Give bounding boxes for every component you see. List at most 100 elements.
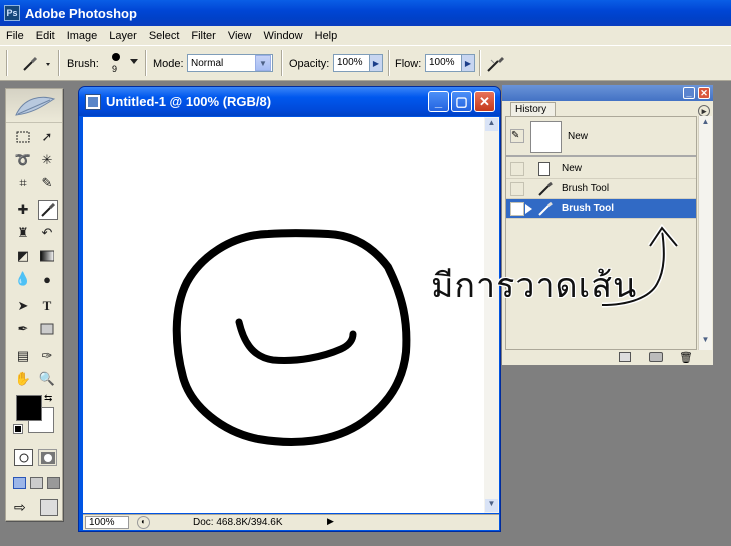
brush-dropdown-icon[interactable] [130,59,138,65]
brush-tip-icon[interactable] [112,53,120,61]
menu-select[interactable]: Select [143,30,186,42]
chevron-down-icon[interactable]: ▼ [255,55,271,71]
pen-tool-icon[interactable]: ✒ [13,319,33,339]
scroll-down-icon[interactable]: ▼ [699,335,712,348]
feather-logo-icon [15,96,56,116]
zoom-slider-icon[interactable]: ◐ [137,516,150,529]
flow-input[interactable]: 100% [425,54,462,72]
photoshop-logo-icon: Ps [4,5,20,21]
default-colors-icon[interactable] [13,424,23,434]
dodge-tool-icon[interactable]: ● [37,269,57,289]
full-screen-mode-icon[interactable] [47,477,60,489]
new-document-from-state-icon[interactable] [619,352,631,362]
menu-file[interactable]: File [0,30,30,42]
jump-to-imageready-icon[interactable]: ⇨ [14,499,26,516]
imageready-icon[interactable] [40,499,58,516]
history-tab[interactable]: History [510,102,556,117]
type-tool-icon[interactable]: T [37,296,57,316]
status-menu-arrow-icon[interactable]: ▶ [327,516,340,529]
clone-stamp-tool-icon[interactable]: ♜ [13,223,33,243]
opacity-input[interactable]: 100% [333,54,370,72]
history-snapshot[interactable]: ✎ New [506,117,696,157]
airbrush-icon[interactable] [485,54,507,74]
history-brush-tool-icon[interactable]: ↶ [37,223,57,243]
history-source-checkbox[interactable] [510,181,524,196]
snapshot-label: New [568,131,589,142]
options-separator [145,50,147,76]
brush-icon [538,202,553,216]
brush-preset-picker-icon[interactable] [20,54,54,74]
magic-wand-tool-icon[interactable]: ✳ [37,150,57,170]
mode-select[interactable]: Normal ▼ [187,54,273,72]
brush-tool-icon[interactable] [38,200,58,220]
palette-title-bar [502,85,713,101]
swap-colors-icon[interactable]: ⇆ [44,393,52,404]
history-scrollbar[interactable]: ▲ ▼ [698,116,712,350]
palette-close-button[interactable]: ✕ [698,87,710,99]
status-bar: 100% ◐ Doc: 468.8K/394.6K ▶ [83,514,499,530]
snapshot-thumbnail [530,121,562,153]
history-item[interactable]: Brush Tool [506,179,696,199]
history-source-checkbox[interactable] [510,161,524,176]
menu-filter[interactable]: Filter [185,30,221,42]
history-state-slider-icon[interactable] [525,204,532,214]
slice-tool-icon[interactable]: ✎ [37,173,57,193]
menu-edit[interactable]: Edit [30,30,61,42]
brush-icon [538,182,553,196]
blur-tool-icon[interactable]: 💧 [13,269,33,289]
options-separator [479,50,481,76]
maximize-button[interactable]: ▢ [451,91,472,112]
history-item-selected[interactable]: Brush Tool [506,199,696,219]
toolbox: ➚ ➰ ✳ ⌗ ✎ ✚ ♜ ↶ ◩ 💧 ● ➤ T ✒ ▤ ✑ ✋ 🔍 ⇆ ⇨ [5,88,63,521]
close-button[interactable]: ✕ [474,91,495,112]
foreground-color-swatch-top[interactable] [16,395,42,421]
standard-screen-mode-icon[interactable] [13,477,26,489]
flow-label: Flow: [395,58,422,70]
marquee-tool-icon[interactable] [13,127,33,147]
mode-label: Mode: [153,58,184,70]
snapshot-brush-icon[interactable]: ✎ [510,129,524,143]
zoom-tool-icon[interactable]: 🔍 [37,369,57,389]
notes-tool-icon[interactable]: ▤ [13,346,33,366]
scroll-up-icon[interactable]: ▲ [485,118,498,131]
quick-mask-mode-icon[interactable] [38,449,57,466]
healing-brush-tool-icon[interactable]: ✚ [13,200,33,220]
menu-image[interactable]: Image [61,30,104,42]
opacity-slider-button[interactable]: ▶ [369,54,383,72]
menu-bar: File Edit Image Layer Select Filter View… [0,26,731,45]
scroll-up-icon[interactable]: ▲ [699,117,712,130]
palette-minimize-button[interactable]: _ [683,87,695,99]
history-source-checkbox[interactable] [510,201,524,216]
annotation-text: มีการวาดเส้น [431,266,638,306]
opacity-label: Opacity: [289,58,330,70]
menu-window[interactable]: Window [258,30,309,42]
trash-icon[interactable]: 🗑 [679,351,693,364]
move-tool-icon[interactable]: ➚ [37,127,57,147]
path-selection-tool-icon[interactable]: ➤ [13,296,33,316]
options-grip [6,50,8,76]
minimize-button[interactable]: _ [428,91,449,112]
menu-layer[interactable]: Layer [103,30,143,42]
eraser-tool-icon[interactable]: ◩ [13,246,33,266]
canvas[interactable] [83,117,484,513]
document-icon [85,93,101,110]
menu-view[interactable]: View [222,30,258,42]
new-snapshot-icon[interactable] [649,352,663,362]
standard-mode-icon[interactable] [14,449,33,466]
scroll-down-icon[interactable]: ▼ [485,499,498,512]
document-title: Untitled-1 @ 100% (RGB/8) [106,94,272,109]
flow-slider-button[interactable]: ▶ [461,54,475,72]
gradient-tool-icon[interactable] [37,246,57,266]
zoom-field[interactable]: 100% [85,516,129,529]
vertical-scrollbar[interactable]: ▲ ▼ [484,117,499,513]
history-palette-footer: 🗑 [502,350,713,365]
options-separator [388,50,390,76]
crop-tool-icon[interactable]: ⌗ [13,173,33,193]
eyedropper-tool-icon[interactable]: ✑ [37,346,57,366]
history-item[interactable]: New [506,159,696,179]
rectangle-tool-icon[interactable] [37,319,57,339]
menu-help[interactable]: Help [309,30,344,42]
lasso-tool-icon[interactable]: ➰ [13,150,33,170]
hand-tool-icon[interactable]: ✋ [13,369,33,389]
full-screen-menu-mode-icon[interactable] [30,477,43,489]
